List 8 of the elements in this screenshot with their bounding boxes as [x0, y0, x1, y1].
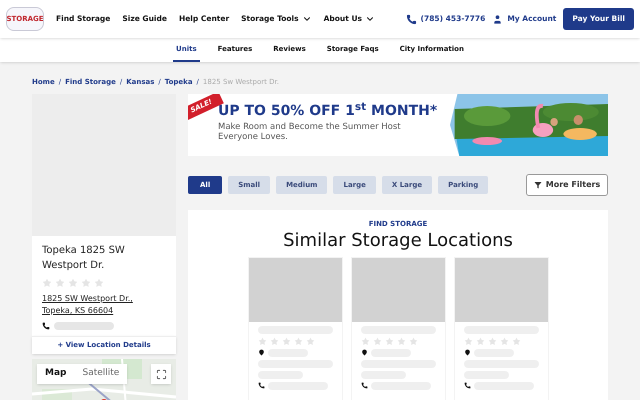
more-filters-button[interactable]: More Filters — [526, 174, 608, 196]
address-link[interactable]: 1825 SW Westport Dr., — [42, 293, 133, 305]
section-title: Similar Storage Locations — [283, 230, 513, 252]
location-name: Topeka 1825 SW Westport Dr. — [42, 244, 126, 273]
promo-text: Make Room and Become the Summer Host Everyone Loves. — [218, 122, 402, 142]
map-type-tab[interactable]: Map — [37, 364, 74, 384]
address-link[interactable]: Topeka, KS 66604 — [42, 305, 114, 317]
map-type-tab[interactable]: Satellite — [74, 364, 128, 384]
